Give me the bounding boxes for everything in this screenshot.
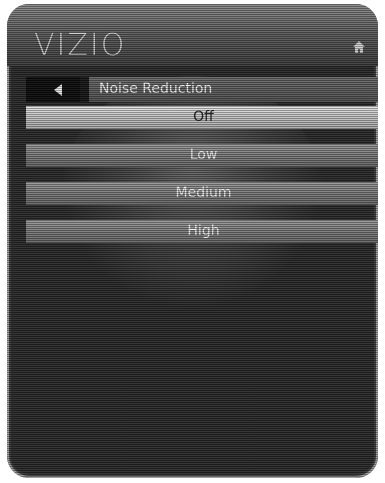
option-high[interactable]: High — [26, 220, 378, 243]
back-button[interactable] — [26, 77, 80, 102]
option-label: Off — [193, 109, 214, 125]
menu-title-bar: Noise Reduction — [26, 77, 378, 102]
noise-reduction-options: Off Low Medium High — [26, 106, 378, 258]
home-icon[interactable] — [353, 41, 365, 53]
menu-title: Noise Reduction — [89, 77, 378, 102]
back-arrow-icon — [54, 84, 62, 96]
option-low[interactable]: Low — [26, 144, 378, 167]
tv-menu-panel: VIZIO Noise Reduction Off Low Medium Hig… — [7, 4, 378, 478]
option-off[interactable]: Off — [26, 106, 378, 129]
menu-header: VIZIO — [7, 4, 378, 66]
option-label: High — [187, 223, 220, 239]
option-label: Low — [189, 147, 218, 163]
option-medium[interactable]: Medium — [26, 182, 378, 205]
vizio-logo: VIZIO — [34, 28, 127, 63]
option-label: Medium — [175, 185, 232, 201]
